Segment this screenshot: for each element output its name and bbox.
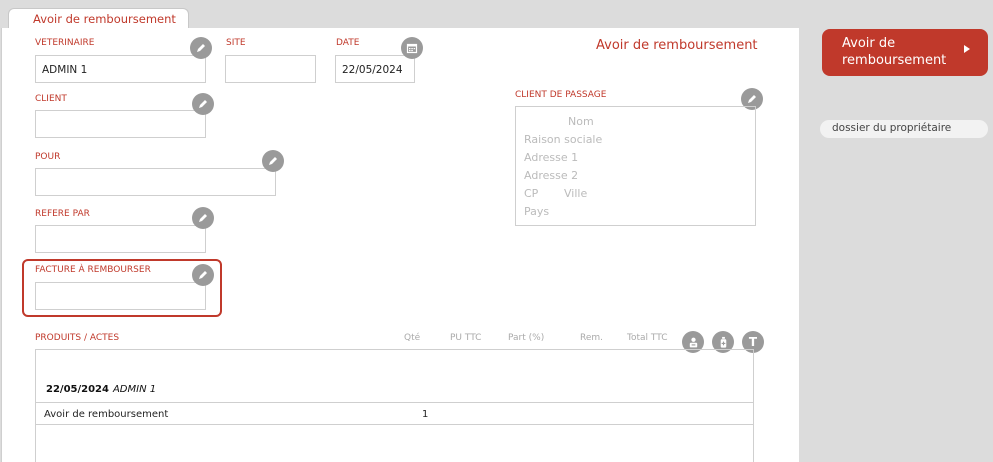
- refere-label: REFERE PAR: [35, 209, 90, 219]
- client-passage-label: CLIENT DE PASSAGE: [515, 90, 607, 100]
- calendar-icon[interactable]: [401, 37, 423, 59]
- col-pu-ttc: PU TTC: [450, 333, 482, 343]
- row-divider: [36, 424, 753, 425]
- group-user: ADMIN 1: [112, 384, 157, 395]
- group-date: 22/05/2024: [46, 384, 109, 395]
- veterinaire-label: VETERINAIRE: [35, 38, 95, 48]
- tab-avoir[interactable]: Avoir de remboursement: [8, 8, 189, 30]
- dossier-proprietaire-link[interactable]: dossier du propriétaire: [820, 120, 988, 138]
- edit-client-icon[interactable]: [192, 93, 214, 115]
- edit-facture-icon[interactable]: [192, 264, 214, 286]
- avoir-remboursement-button[interactable]: Avoir de remboursement: [822, 29, 988, 76]
- facture-field[interactable]: [35, 282, 206, 310]
- table-row-qty: 1: [422, 409, 429, 420]
- products-label: PRODUITS / ACTES: [35, 333, 120, 343]
- site-field[interactable]: [225, 55, 316, 83]
- products-table: 22/05/2024 ADMIN 1 Avoir de remboursement…: [35, 349, 754, 462]
- cp-adresse1: Adresse 1: [524, 151, 579, 164]
- client-passage-box[interactable]: Nom Raison sociale Adresse 1 Adresse 2 C…: [515, 106, 756, 226]
- refere-field[interactable]: [35, 225, 206, 253]
- page-title: Avoir de remboursement: [596, 38, 758, 53]
- pour-label: POUR: [35, 152, 61, 162]
- side-button-label: Avoir de remboursement: [842, 36, 947, 68]
- client-label: CLIENT: [35, 94, 67, 104]
- col-rem: Rem.: [580, 333, 604, 343]
- cp-ville: Ville: [564, 187, 588, 200]
- client-field[interactable]: [35, 110, 206, 138]
- edit-pour-icon[interactable]: [262, 150, 284, 172]
- chevron-right-icon: [964, 45, 970, 53]
- pour-field[interactable]: [35, 168, 276, 196]
- group-header: 22/05/2024 ADMIN 1: [46, 384, 156, 395]
- veterinaire-field[interactable]: ADMIN 1: [35, 55, 206, 83]
- cp-adresse2: Adresse 2: [524, 169, 579, 182]
- col-total-ttc: Total TTC: [627, 333, 668, 343]
- facture-label: FACTURE À REMBOURSER: [35, 265, 151, 275]
- edit-refere-icon[interactable]: [192, 207, 214, 229]
- site-label: SITE: [226, 38, 246, 48]
- cp-nom: Nom: [568, 115, 594, 128]
- cp-raison: Raison sociale: [524, 133, 603, 146]
- table-row-name[interactable]: Avoir de remboursement: [44, 409, 168, 420]
- col-part: Part (%): [508, 333, 545, 343]
- cp-cp: CP: [524, 187, 539, 200]
- edit-veterinaire-icon[interactable]: [190, 37, 212, 59]
- date-label: DATE: [336, 38, 360, 48]
- col-qte: Qté: [404, 333, 421, 343]
- cp-pays: Pays: [524, 205, 550, 218]
- date-field[interactable]: 22/05/2024: [335, 55, 415, 83]
- row-divider: [36, 402, 753, 403]
